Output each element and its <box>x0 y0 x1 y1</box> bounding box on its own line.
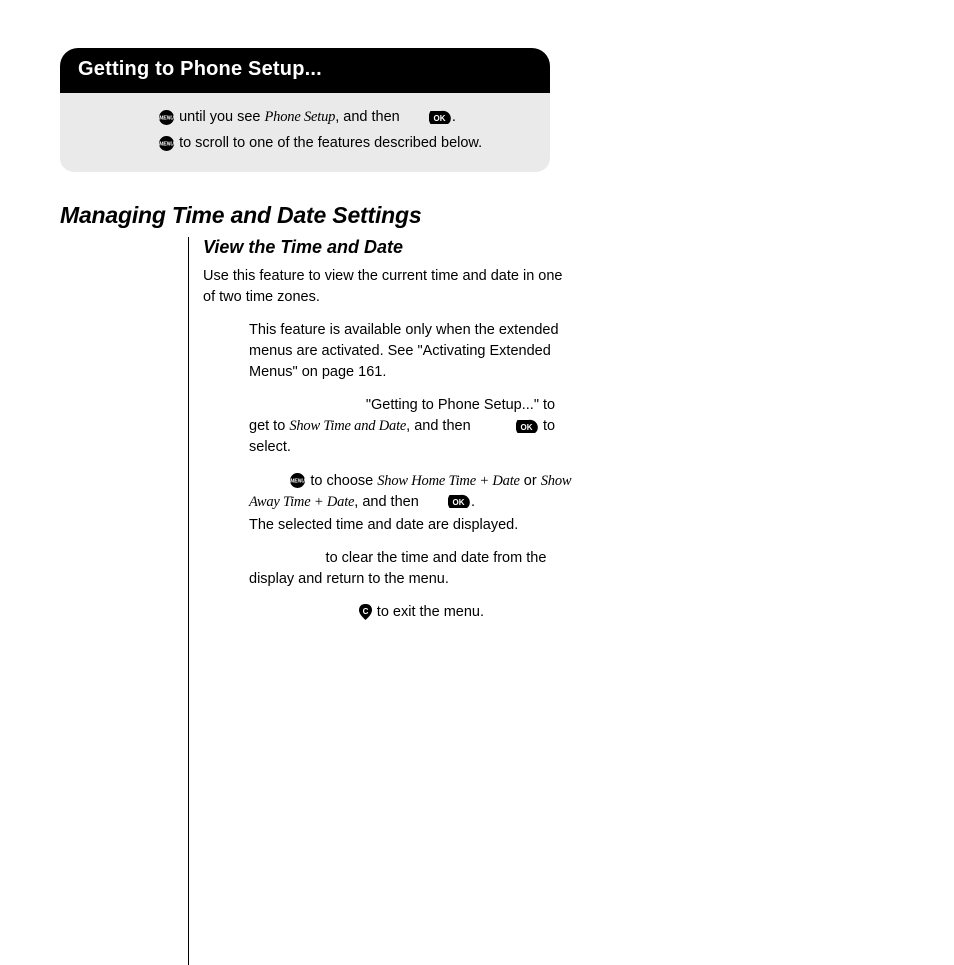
callout-line1-a: until you see <box>179 109 264 125</box>
callout-box: Getting to Phone Setup... until you see … <box>60 48 550 172</box>
step1-b: , and then <box>406 418 475 434</box>
section-heading: Managing Time and Date Settings <box>60 202 894 229</box>
ok-icon <box>429 110 451 125</box>
step-2: to choose Show Home Time + Date or Show … <box>203 471 573 513</box>
step3-text: to clear the time and date from the disp… <box>249 550 546 587</box>
callout-body: until you see Phone Setup, and then . to… <box>60 93 550 172</box>
step-2b: The selected time and date are displayed… <box>203 515 573 536</box>
step2-mid: or <box>520 473 541 489</box>
ok-icon <box>448 494 470 509</box>
callout-line1-phone: Phone Setup <box>265 109 336 125</box>
callout-title: Getting to Phone Setup... <box>60 48 550 93</box>
subsection-heading: View the Time and Date <box>203 237 573 258</box>
step-3: to clear the time and date from the disp… <box>203 548 573 590</box>
content-block: View the Time and Date Use this feature … <box>188 237 573 964</box>
menu-icon <box>159 110 174 125</box>
c-icon <box>359 604 372 620</box>
step2-phone1: Show Home Time + Date <box>377 473 520 489</box>
paragraph-note: This feature is available only when the … <box>203 320 573 383</box>
menu-icon <box>290 473 305 488</box>
ok-icon <box>516 419 538 434</box>
step-4: to exit the menu. <box>203 602 573 623</box>
step2-a: to choose <box>306 473 377 489</box>
callout-line1-c: . <box>452 109 456 125</box>
step1-phone: Show Time and Date <box>289 418 406 434</box>
step2-b: , and then <box>354 494 423 510</box>
step2-c: . <box>471 494 475 510</box>
callout-line1-b: , and then <box>335 109 404 125</box>
menu-icon <box>159 136 174 151</box>
callout-line2: to scroll to one of the features describ… <box>179 135 482 151</box>
step4-text: to exit the menu. <box>373 604 484 620</box>
step-1: "Getting to Phone Setup..." to get to Sh… <box>203 395 573 458</box>
paragraph-intro: Use this feature to view the current tim… <box>203 266 573 308</box>
